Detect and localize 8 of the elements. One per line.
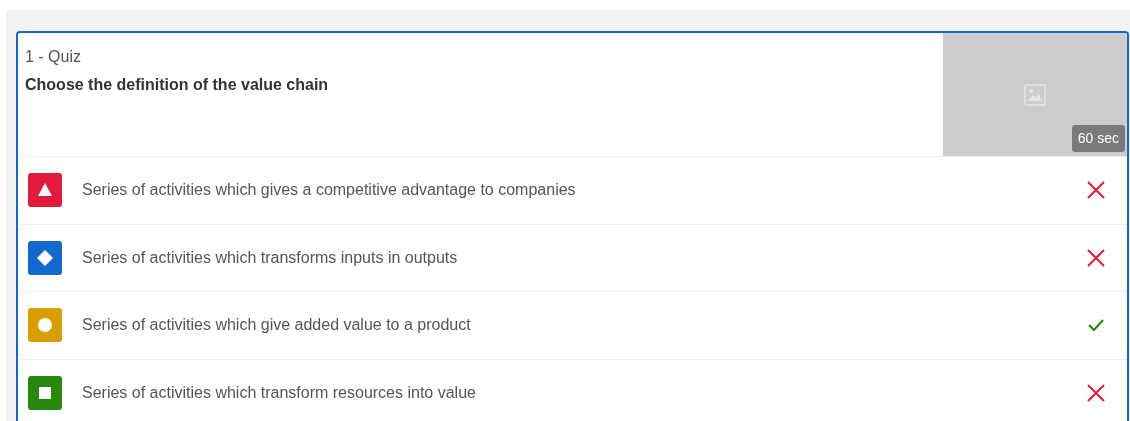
answer-text: Series of activities which transforms inputs in outputs [82,247,459,268]
answer-text: Series of activities which transform resources into value [82,382,477,403]
image-icon [1024,83,1046,106]
timer-badge: 60 sec [1071,125,1125,152]
question-title: Choose the definition of the value chain [25,75,330,95]
answer-text: Series of activities which give added value to a product [82,315,472,336]
question-number: 1 - Quiz [25,47,82,67]
answer-text: Series of activities which gives a competitive advantage to companies [82,180,577,201]
